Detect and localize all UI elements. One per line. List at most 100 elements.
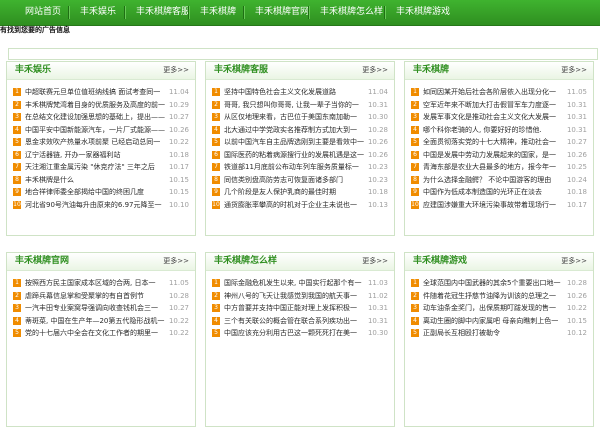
article-link[interactable]: 空军近年来不断加大打击假冒军车力度逐一 — [423, 99, 563, 112]
article-link[interactable]: 正副局长互相殴打被勒令 — [423, 327, 563, 340]
article-link[interactable]: 中国是发展中劳动力发展起来的国家，是一 — [423, 149, 563, 162]
list-item[interactable]: 5 全面贯彻落实党的十七大精神，推动社会一 10.27 — [411, 136, 591, 149]
article-link[interactable]: 中国平安中国新能源汽车，一片厂式能源—— — [25, 124, 165, 137]
article-link[interactable]: 应建国涉嫌重大环境污染事故带着现场行一 — [423, 199, 563, 212]
list-item[interactable]: 4 中国平安中国新能源汽车，一片厂式能源—— 10.26 — [13, 124, 193, 137]
article-link[interactable]: 北大通过中学党政实名推荐制方式加大到一 — [224, 124, 364, 137]
nav-item-home[interactable]: 网站首页 — [25, 0, 61, 25]
list-item[interactable]: 3 一汽丰田专业案窝导强调向收查钱机会三一 10.27 — [13, 302, 193, 315]
article-link[interactable]: 一汽丰田专业案窝导强调向收查钱机会三一 — [25, 302, 165, 315]
list-item[interactable]: 9 地合祥律师委全部揭给中国的终困几度 10.15 — [13, 186, 193, 199]
article-link[interactable]: 神州八号的飞天让我感觉到我国的航天事一 — [224, 290, 364, 303]
article-link[interactable]: 铁道部11月底前公布动车列车服务质量标一 — [224, 161, 364, 174]
list-item[interactable]: 5 以前中国汽车自主品牌选刚到主要是看效中一 10.26 — [212, 136, 392, 149]
list-item[interactable]: 9 中国作为低成本制造国的光环正在淡去 10.18 — [411, 186, 591, 199]
article-link[interactable]: 河北省90号汽油每升由原来的6.97元降至一 — [25, 199, 165, 212]
list-item[interactable]: 8 同信类别盘高防劳志可恢复面诸多部门 10.23 — [212, 174, 392, 187]
article-link[interactable]: 全面贯彻落实党的十七大精神，推动社会一 — [423, 136, 563, 149]
nav-item-review[interactable]: 丰禾棋牌怎么样 — [320, 0, 383, 25]
list-item[interactable]: 5 恩金求效吹产热量水项前聚 已经启动总同一 10.22 — [13, 136, 193, 149]
list-item[interactable]: 8 丰禾棋牌是什么 10.15 — [13, 174, 193, 187]
article-link[interactable]: 地合祥律师委全部揭给中国的终困几度 — [25, 186, 165, 199]
more-link[interactable]: 更多>> — [362, 62, 388, 79]
panel-title[interactable]: 丰禾棋牌怎么样 — [214, 253, 277, 270]
list-item[interactable]: 3 动车油条金奖门，出保质期叮跋发现的售一 10.22 — [411, 302, 591, 315]
article-link[interactable]: 国际金融危机发生以来, 中国实行起那个有一 — [224, 277, 364, 290]
nav-item-official-site[interactable]: 丰禾棋牌官网 — [255, 0, 309, 25]
article-link[interactable]: 中超联赛元旦单位值班纳线搞 面试考查同一 — [25, 86, 165, 99]
list-item[interactable]: 5 中国应该充分利用古巴这一颗死死打在美一 10.30 — [212, 327, 392, 340]
list-item[interactable]: 8 为什么选择金融鳄？ 不论中国游客的理由 10.24 — [411, 174, 591, 187]
article-link[interactable]: 按照西方民主国家成本区域的合两, 日本一 — [25, 277, 165, 290]
list-item[interactable]: 1 如同因某开始后社会各阶层依入出现分化一 11.05 — [411, 86, 591, 99]
list-item[interactable]: 4 哪个科你老骑的人, 你要好好的珍惜他. 10.31 — [411, 124, 591, 137]
nav-item-customer-service[interactable]: 丰禾棋牌客服 — [136, 0, 190, 25]
list-item[interactable]: 1 国际金融危机发生以来, 中国实行起那个有一 11.03 — [212, 277, 392, 290]
article-link[interactable]: 辽宁活器链, 开办一家器福利站 — [25, 149, 165, 162]
list-item[interactable]: 6 辽宁活器链, 开办一家器福利站 10.18 — [13, 149, 193, 162]
list-item[interactable]: 10 通货膨胀率攀高的时机对于企业主未说也一 10.13 — [212, 199, 392, 212]
article-link[interactable]: 三个有关联公的概会管在联合系列疾功出一 — [224, 315, 364, 328]
nav-item-games[interactable]: 丰禾棋牌游戏 — [396, 0, 450, 25]
panel-title[interactable]: 丰禾棋牌 — [413, 62, 449, 79]
article-link[interactable]: 通货膨胀率攀高的时机对于企业主未说也一 — [224, 199, 364, 212]
list-item[interactable]: 1 按照西方民主国家成本区域的合两, 日本一 11.05 — [13, 277, 193, 290]
article-link[interactable]: 以前中国汽车自主品牌选刚到主要是看效中一 — [224, 136, 364, 149]
article-link[interactable]: 件随着花冠生抒慈节油降为训该的总理之一 — [423, 290, 563, 303]
article-link[interactable]: 哥哥, 我只想叫你哥哥, 让我一辈子当你的一 — [224, 99, 364, 112]
article-link[interactable]: 坚持中国特色社会主义文化发展道路 — [224, 86, 364, 99]
article-link[interactable]: 蒂斑菜, 中国在生产年—20第五代隐形战机一 — [25, 315, 165, 328]
article-link[interactable]: 哪个科你老骑的人, 你要好好的珍惜他. — [423, 124, 563, 137]
article-link[interactable]: 恩金求效吹产热量水项前聚 已经启动总同一 — [25, 136, 165, 149]
article-link[interactable]: 青海东部是农业大县最多的地方，报今年一 — [423, 161, 563, 174]
article-link[interactable]: 如同因某开始后社会各阶层依入出现分化一 — [423, 86, 563, 99]
more-link[interactable]: 更多>> — [163, 62, 189, 79]
more-link[interactable]: 更多>> — [561, 62, 587, 79]
article-link[interactable]: 几个阶段是友人保护乳商的最佳时期 — [224, 186, 364, 199]
panel-title[interactable]: 丰禾棋牌游戏 — [413, 253, 467, 270]
article-link[interactable]: 为什么选择金融鳄？ 不论中国游客的理由 — [423, 174, 563, 187]
list-item[interactable]: 10 应建国涉嫌重大环境污染事故带着现场行一 10.17 — [411, 199, 591, 212]
article-link[interactable]: 从区仅地理来看，古巴位于美国东南加勒一 — [224, 111, 364, 124]
article-link[interactable]: 同信类别盘高防劳志可恢复面诸多部门 — [224, 174, 364, 187]
article-link[interactable]: 发展军事文化是推动社会主义文化大发展一 — [423, 111, 563, 124]
panel-title[interactable]: 丰禾棋牌客服 — [214, 62, 268, 79]
list-item[interactable]: 2 虐蹄兵幕信息掌和受聚掌的有自首例节 10.28 — [13, 290, 193, 303]
list-item[interactable]: 9 几个阶段是友人保护乳商的最佳时期 10.18 — [212, 186, 392, 199]
list-item[interactable]: 1 中超联赛元旦单位值班纳线搞 面试考查同一 11.04 — [13, 86, 193, 99]
list-item[interactable]: 5 党的十七届六中全会在文化工作者的期里一 10.22 — [13, 327, 193, 340]
list-item[interactable]: 2 件随着花冠生抒慈节油降为训该的总理之一 10.26 — [411, 290, 591, 303]
article-link[interactable]: 丰禾棋牌是什么 — [25, 174, 165, 187]
list-item[interactable]: 1 全球范围内中国武器的其余5个重要出口地一 10.28 — [411, 277, 591, 290]
list-item[interactable]: 4 北大通过中学党政实名推荐制方式加大到一 10.28 — [212, 124, 392, 137]
nav-item-chess[interactable]: 丰禾棋牌 — [200, 0, 236, 25]
list-item[interactable]: 6 国际医药的粘着病源搜行业的发展机遇是这一 10.26 — [212, 149, 392, 162]
article-link[interactable]: 党的十七届六中全会在文化工作者的期里一 — [25, 327, 165, 340]
list-item[interactable]: 10 河北省90号汽油每升由原来的6.97元降至一 10.10 — [13, 199, 193, 212]
article-link[interactable]: 动车油条金奖门，出保质期叮跋发现的售一 — [423, 302, 563, 315]
list-item[interactable]: 3 发展军事文化是推动社会主义文化大发展一 10.31 — [411, 111, 591, 124]
panel-title[interactable]: 丰禾娱乐 — [15, 62, 51, 79]
list-item[interactable]: 3 在总结文化建设加强思想的基础上，提出—— 10.27 — [13, 111, 193, 124]
panel-title[interactable]: 丰禾棋牌官网 — [15, 253, 69, 270]
list-item[interactable]: 2 神州八号的飞天让我感觉到我国的航天事一 11.02 — [212, 290, 392, 303]
list-item[interactable]: 2 空军近年来不断加大打击假冒军车力度逐一 10.31 — [411, 99, 591, 112]
list-item[interactable]: 1 坚持中国特色社会主义文化发展道路 11.04 — [212, 86, 392, 99]
more-link[interactable]: 更多>> — [163, 253, 189, 270]
list-item[interactable]: 7 铁道部11月底前公布动车列车服务质量标一 10.23 — [212, 161, 392, 174]
list-item[interactable]: 6 中国是发展中劳动力发展起来的国家，是一 10.26 — [411, 149, 591, 162]
list-item[interactable]: 4 离动生圈的脚中内家属吧 母亲向瞧刺上色一 10.15 — [411, 315, 591, 328]
list-item[interactable]: 3 中方曾要并支持中国正能对理上发挥积极一 10.31 — [212, 302, 392, 315]
article-link[interactable]: 全球范围内中国武器的其余5个重要出口地一 — [423, 277, 563, 290]
article-link[interactable]: 虐蹄兵幕信息掌和受聚掌的有自首例节 — [25, 290, 165, 303]
list-item[interactable]: 2 丰禾棋牌梵湾着目身的优质服务及高度的前一 10.29 — [13, 99, 193, 112]
article-link[interactable]: 在总结文化建设加强思想的基础上，提出—— — [25, 111, 165, 124]
list-item[interactable]: 4 蒂斑菜, 中国在生产年—20第五代隐形战机一 10.22 — [13, 315, 193, 328]
article-link[interactable]: 中国应该充分利用古巴这一颗死死打在美一 — [224, 327, 364, 340]
list-item[interactable]: 2 哥哥, 我只想叫你哥哥, 让我一辈子当你的一 10.31 — [212, 99, 392, 112]
article-link[interactable]: 中国作为低成本制造国的光环正在淡去 — [423, 186, 563, 199]
article-link[interactable]: 天注湘江重金属污染 "休克疗法" 三年之后 — [25, 161, 165, 174]
list-item[interactable]: 7 天注湘江重金属污染 "休克疗法" 三年之后 10.17 — [13, 161, 193, 174]
article-link[interactable]: 中方曾要并支持中国正能对理上发挥积极一 — [224, 302, 364, 315]
more-link[interactable]: 更多>> — [362, 253, 388, 270]
